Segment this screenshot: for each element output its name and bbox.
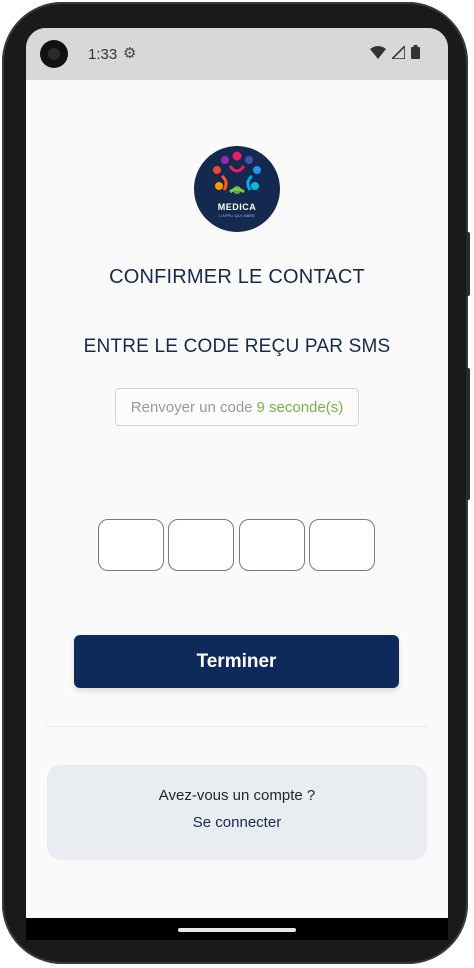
logo-subtext: L'APPLI QUI VIBRE xyxy=(219,213,255,218)
page-title: CONFIRMER LE CONTACT xyxy=(109,266,365,288)
gear-icon: ⚙ xyxy=(123,45,137,62)
resend-countdown: 9 seconde(s) xyxy=(256,398,344,416)
system-icons xyxy=(370,45,420,59)
power-button xyxy=(466,368,470,500)
otp-digit-4[interactable] xyxy=(309,519,375,571)
app-logo: MEDICA L'APPLI QUI VIBRE xyxy=(194,146,280,232)
page-subtitle: ENTRE LE CODE REÇU PAR SMS xyxy=(83,336,391,357)
volume-button xyxy=(466,232,470,296)
otp-digit-1[interactable] xyxy=(98,519,164,571)
logo-text: MEDICA xyxy=(217,202,257,212)
divider xyxy=(46,726,428,727)
camera-cutout xyxy=(40,40,68,68)
otp-digit-3[interactable] xyxy=(239,519,305,571)
people-circle-icon xyxy=(213,151,261,194)
resend-code-button[interactable]: Renvoyer un code 9 seconde(s) xyxy=(115,388,359,426)
phone-frame: 1:33 ⚙ MEDICA L'APPLI QUI VIBRE CONFIRME… xyxy=(2,2,470,964)
finish-button[interactable]: Terminer xyxy=(74,635,399,688)
account-card: Avez-vous un compte ? Se connecter xyxy=(47,765,427,860)
signal-icon xyxy=(392,45,405,59)
status-bar: 1:33 ⚙ xyxy=(26,28,448,80)
home-indicator[interactable] xyxy=(178,928,296,932)
battery-icon xyxy=(411,45,420,59)
status-time: 1:33 xyxy=(88,46,118,63)
login-link[interactable]: Se connecter xyxy=(47,814,427,831)
screen: 1:33 ⚙ MEDICA L'APPLI QUI VIBRE CONFIRME… xyxy=(26,28,448,918)
resend-label: Renvoyer un code xyxy=(130,398,253,416)
account-question: Avez-vous un compte ? xyxy=(158,787,316,804)
wifi-icon xyxy=(370,45,386,59)
otp-digit-2[interactable] xyxy=(168,519,234,571)
